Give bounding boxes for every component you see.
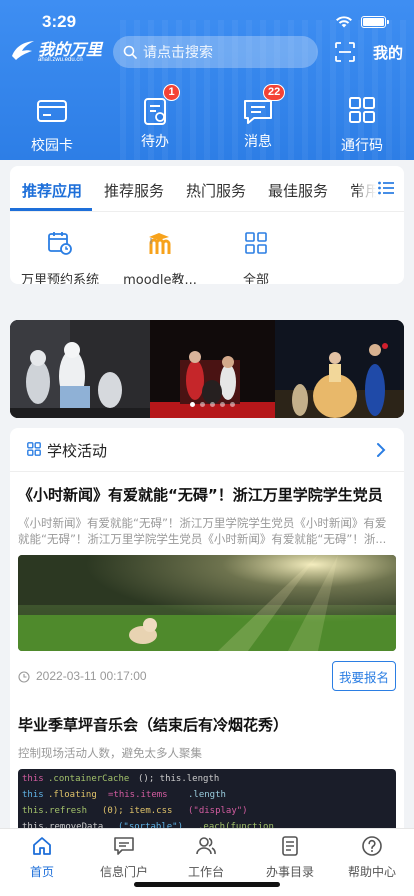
svg-text:this.refresh: this.refresh <box>22 806 87 816</box>
calendar-icon <box>48 232 72 255</box>
promo-banner[interactable] <box>10 320 404 418</box>
post-description: 控制现场活动人数，避免太多人聚集 <box>18 746 202 760</box>
svg-text:(); this.length: (); this.length <box>138 774 219 784</box>
section-header[interactable]: 学校活动 <box>10 428 404 472</box>
app-booking-system[interactable]: 万里预约系统 <box>10 230 110 284</box>
quick-item-label: 消息 <box>244 134 272 150</box>
help-icon <box>362 836 382 856</box>
tab-recommended-apps[interactable]: 推荐应用 <box>22 180 82 201</box>
menu-list-icon[interactable] <box>378 181 394 195</box>
app-label: 万里预约系统 <box>20 273 99 284</box>
qr-code-icon <box>349 97 375 123</box>
chat-icon <box>114 837 134 855</box>
quick-item-todo[interactable]: 1 待办 <box>115 84 195 151</box>
nav-home[interactable]: 首页 <box>2 835 82 880</box>
activity-post[interactable]: 毕业季草坪音乐会（结束后有冷烟花秀） 控制现场活动人数，避免太多人聚集 this… <box>18 714 396 838</box>
post-title: 《小时新闻》有爱就能“无碍”！浙江万里学院学生党员 <box>18 486 383 504</box>
battery-icon <box>361 15 389 28</box>
card-icon <box>37 100 67 122</box>
message-badge: 22 <box>263 84 286 101</box>
mine-link[interactable]: 我的 <box>373 42 403 63</box>
logo-subtext: ahall.zwu.edu.cn <box>38 57 83 63</box>
header: 3:29 我的万里 ahall.zwu.edu.cn 请点击搜索 我的 校园卡 … <box>0 0 414 160</box>
document-icon <box>282 836 298 856</box>
quick-item-label: 待办 <box>141 134 169 150</box>
people-icon <box>196 837 216 855</box>
grid-icon <box>245 232 267 254</box>
tab-popular-services[interactable]: 热门服务 <box>186 180 246 201</box>
svg-text:.containerCache: .containerCache <box>48 774 129 784</box>
active-tab-indicator <box>10 208 92 211</box>
tab-recommended-services[interactable]: 推荐服务 <box>104 180 164 201</box>
quick-actions: 校园卡 1 待办 22 消息 通行码 <box>0 84 414 156</box>
clock-icon <box>18 671 30 683</box>
quick-item-message[interactable]: 22 消息 <box>218 84 298 151</box>
activity-post[interactable]: 《小时新闻》有爱就能“无碍”！浙江万里学院学生党员 《小时新闻》有爱就能“无碍”… <box>18 484 396 705</box>
nav-service-directory[interactable]: 办事目录 <box>250 835 330 880</box>
wifi-icon <box>336 16 352 28</box>
quick-item-label: 校园卡 <box>31 138 73 154</box>
todo-badge: 1 <box>163 84 180 101</box>
home-indicator <box>134 882 280 887</box>
home-icon <box>33 837 51 855</box>
svg-text:this: this <box>22 790 44 800</box>
search-icon <box>123 45 137 59</box>
section-title: 学校活动 <box>47 442 108 460</box>
logo-bird-icon <box>12 41 34 60</box>
nav-label: 工作台 <box>187 865 224 879</box>
svg-text:=this.items: =this.items <box>108 790 168 800</box>
app-moodle[interactable]: moodle教... <box>110 230 210 284</box>
todo-icon <box>144 98 166 125</box>
search-placeholder: 请点击搜索 <box>143 45 213 61</box>
app-all[interactable]: 全部 <box>206 230 306 284</box>
post-title: 毕业季草坪音乐会（结束后有冷烟花秀） <box>18 716 289 734</box>
banner-image-left <box>10 320 150 418</box>
svg-text:.floating: .floating <box>48 790 97 800</box>
nav-label: 信息门户 <box>99 865 148 879</box>
quick-item-label: 通行码 <box>341 138 383 154</box>
nav-info-portal[interactable]: 信息门户 <box>84 835 164 880</box>
svg-text:this: this <box>22 774 44 784</box>
status-time: 3:29 <box>42 12 77 31</box>
app-logo: 我的万里 ahall.zwu.edu.cn <box>10 36 102 68</box>
svg-text:.length: .length <box>188 790 226 800</box>
nav-label: 首页 <box>29 865 54 879</box>
apps-grid-icon <box>27 442 41 456</box>
banner-image-right <box>275 320 404 418</box>
nav-help-center[interactable]: 帮助中心 <box>332 835 412 880</box>
search-input[interactable]: 请点击搜索 <box>113 36 318 68</box>
app-label: moodle教... <box>123 273 197 284</box>
chevron-right-icon[interactable] <box>376 442 386 458</box>
moodle-icon <box>149 233 171 254</box>
svg-text:(0); item.css: (0); item.css <box>102 806 172 816</box>
school-activities-card: 学校活动 《小时新闻》有爱就能“无碍”！浙江万里学院学生党员 《小时新闻》有爱就… <box>10 428 404 838</box>
category-tabs: 推荐应用 推荐服务 热门服务 最佳服务 常用 <box>10 166 404 212</box>
svg-text:("display"): ("display") <box>188 806 248 816</box>
quick-item-pass[interactable]: 通行码 <box>322 96 402 155</box>
scan-icon[interactable] <box>334 41 356 63</box>
sign-up-button[interactable]: 我要报名 <box>332 661 396 691</box>
app-label: 全部 <box>242 273 269 284</box>
post-date: 2022-03-11 00:17:00 <box>36 669 147 683</box>
nav-label: 帮助中心 <box>347 865 396 879</box>
quick-item-card[interactable]: 校园卡 <box>12 96 92 155</box>
nav-label: 办事目录 <box>265 865 314 879</box>
apps-card: 推荐应用 推荐服务 热门服务 最佳服务 常用 万里预约系统 moodle教.. <box>10 166 404 284</box>
nav-workbench[interactable]: 工作台 <box>166 835 246 880</box>
post-description: 《小时新闻》有爱就能“无碍”！浙江万里学院学生党员《小时新闻》有爱就能“无碍”！… <box>18 516 387 546</box>
carousel-dots <box>190 402 235 407</box>
tab-best-services[interactable]: 最佳服务 <box>268 180 328 201</box>
post-image <box>18 555 396 651</box>
